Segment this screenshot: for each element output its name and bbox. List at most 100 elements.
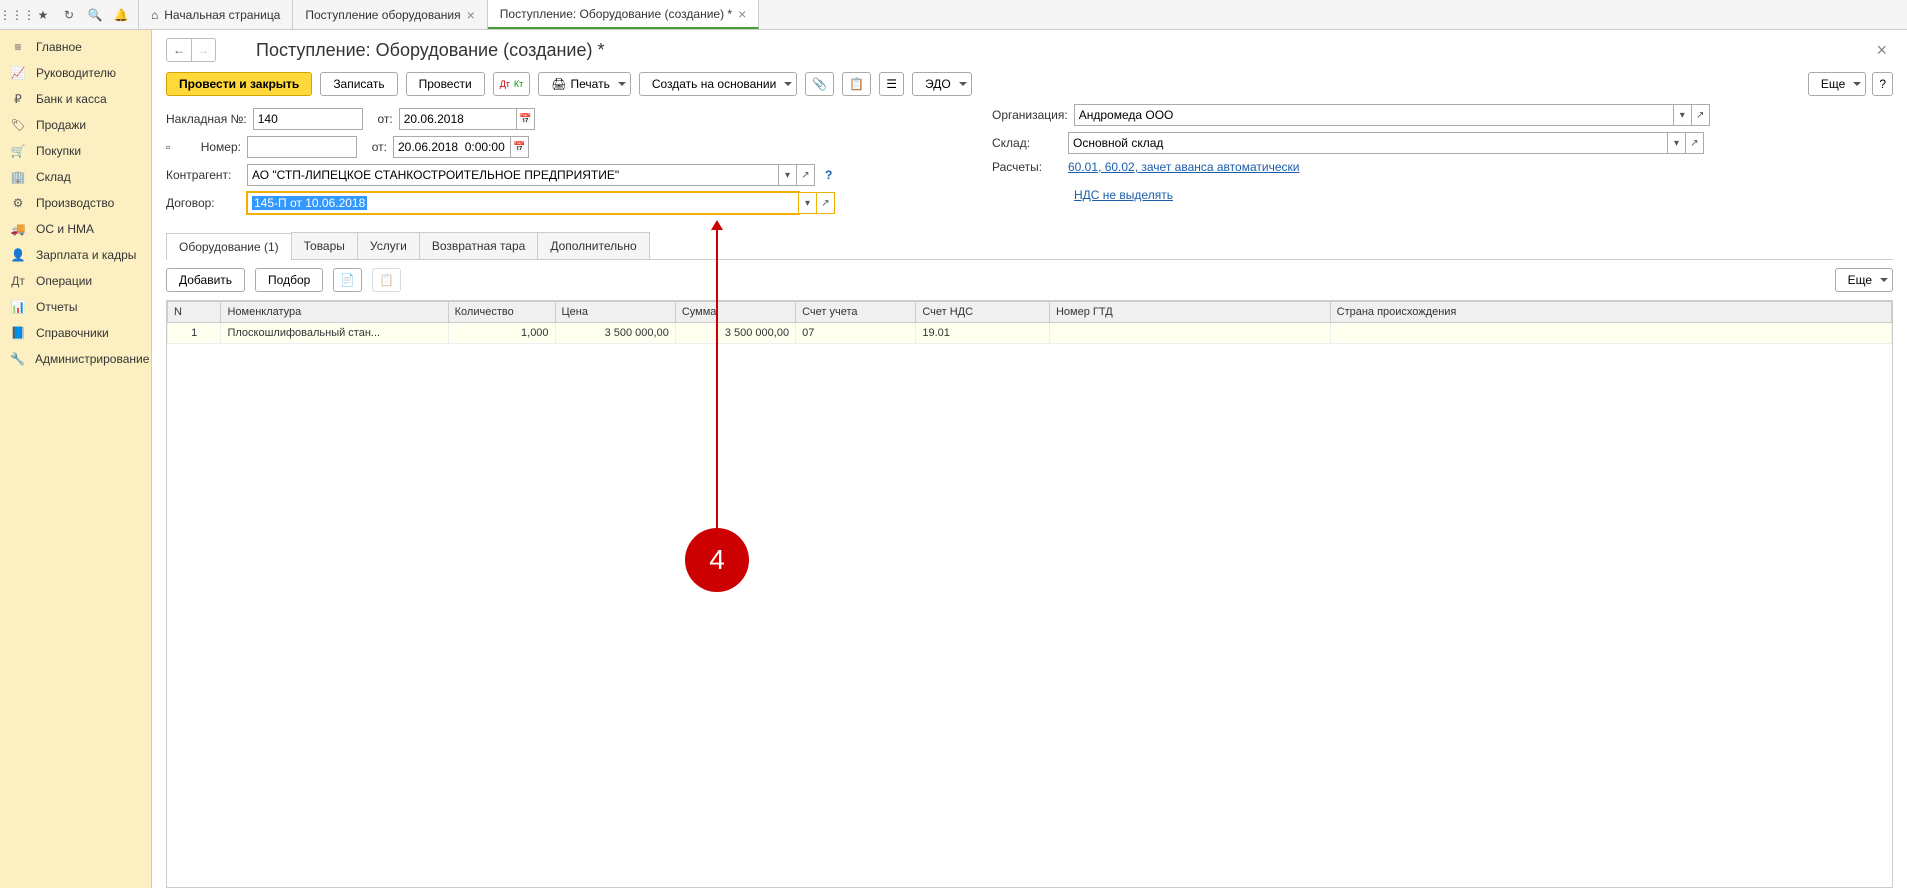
sidebar-item[interactable]: 👤Зарплата и кадры [0, 242, 151, 268]
dropdown-icon[interactable] [1668, 132, 1686, 154]
more-button[interactable]: Еще [1808, 72, 1866, 96]
add-button[interactable]: Добавить [166, 268, 245, 292]
sidebar-item-label: Справочники [36, 326, 109, 340]
table-header[interactable]: Количество [448, 302, 555, 323]
table-header[interactable]: Сумма [675, 302, 795, 323]
table-header[interactable]: Номенклатура [221, 302, 448, 323]
page-title: Поступление: Оборудование (создание) * [256, 40, 604, 61]
attach-button[interactable]: 📎 [805, 72, 834, 96]
table-more-button[interactable]: Еще [1835, 268, 1893, 292]
calendar-icon[interactable] [517, 108, 535, 130]
help-button[interactable]: ? [1872, 72, 1893, 96]
sidebar-item[interactable]: 🏢Склад [0, 164, 151, 190]
table-cell[interactable]: 19.01 [916, 323, 1050, 344]
sub-tab[interactable]: Товары [291, 232, 358, 259]
star-icon[interactable]: ★ [30, 2, 56, 28]
sub-tab[interactable]: Оборудование (1) [166, 233, 292, 260]
sidebar-item[interactable]: 📈Руководителю [0, 60, 151, 86]
clip-button[interactable]: 📋 [842, 72, 871, 96]
number-date-input[interactable] [393, 136, 511, 158]
sidebar-item-label: Операции [36, 274, 92, 288]
sidebar-item[interactable]: ДтОперации [0, 268, 151, 294]
sidebar-item-label: Зарплата и кадры [36, 248, 136, 262]
sidebar-item[interactable]: ≡Главное [0, 34, 151, 60]
print-button[interactable]: 🖨Печать [538, 72, 631, 96]
close-icon[interactable]: × [738, 6, 746, 22]
list-button[interactable]: ☰ [879, 72, 904, 96]
tab-label: Начальная страница [164, 8, 280, 22]
warehouse-input[interactable] [1068, 132, 1668, 154]
select-button[interactable]: Подбор [255, 268, 323, 292]
table-cell[interactable]: 1,000 [448, 323, 555, 344]
bell-icon[interactable]: 🔔 [108, 2, 134, 28]
sub-tab[interactable]: Услуги [357, 232, 420, 259]
table-header[interactable]: Счет НДС [916, 302, 1050, 323]
vat-link[interactable]: НДС не выделять [1074, 188, 1173, 202]
table-header[interactable]: Счет учета [796, 302, 916, 323]
org-input[interactable] [1074, 104, 1674, 126]
table-cell[interactable]: 3 500 000,00 [555, 323, 675, 344]
equipment-table[interactable]: NНоменклатураКоличествоЦенаСуммаСчет уче… [167, 301, 1892, 344]
calendar-icon[interactable] [511, 136, 529, 158]
table-header[interactable]: Цена [555, 302, 675, 323]
sidebar-item-label: Банк и касса [36, 92, 107, 106]
sidebar-item[interactable]: 📊Отчеты [0, 294, 151, 320]
copy-button[interactable]: 📄 [333, 268, 362, 292]
sub-tab[interactable]: Возвратная тара [419, 232, 539, 259]
dropdown-icon[interactable] [1674, 104, 1692, 126]
table-row[interactable]: 1Плоскошлифовальный стан...1,0003 500 00… [168, 323, 1892, 344]
table-cell[interactable]: 07 [796, 323, 916, 344]
sub-tab[interactable]: Дополнительно [537, 232, 649, 259]
sidebar-item[interactable]: ⚙Производство [0, 190, 151, 216]
counterparty-input[interactable] [247, 164, 779, 186]
counterparty-help[interactable]: ? [821, 168, 836, 182]
close-page-button[interactable]: × [1870, 40, 1893, 61]
contract-input[interactable]: 145-П от 10.06.2018 [247, 192, 799, 214]
tab[interactable]: Поступление: Оборудование (создание) *× [488, 0, 760, 29]
open-icon[interactable] [1686, 132, 1704, 154]
table-header[interactable]: N [168, 302, 221, 323]
close-icon[interactable]: × [467, 7, 475, 23]
save-button[interactable]: Записать [320, 72, 397, 96]
sidebar-item[interactable]: 🛒Покупки [0, 138, 151, 164]
tab[interactable]: Поступление оборудования× [293, 0, 487, 29]
post-and-close-button[interactable]: Провести и закрыть [166, 72, 312, 96]
table-cell[interactable]: 3 500 000,00 [675, 323, 795, 344]
dt-kt-button[interactable]: ДтКт [493, 72, 531, 96]
contract-label: Договор: [166, 196, 241, 210]
sidebar-item[interactable]: ₽Банк и касса [0, 86, 151, 112]
tab[interactable]: ⌂Начальная страница [139, 0, 293, 29]
history-icon[interactable]: ↻ [56, 2, 82, 28]
sidebar-item[interactable]: 📘Справочники [0, 320, 151, 346]
paste-button[interactable]: 📋 [372, 268, 401, 292]
table-cell[interactable]: 1 [168, 323, 221, 344]
dropdown-icon[interactable] [779, 164, 797, 186]
table-header[interactable]: Страна происхождения [1330, 302, 1891, 323]
settlements-link[interactable]: 60.01, 60.02, зачет аванса автоматически [1068, 160, 1299, 174]
sidebar-item[interactable]: 🏷Продажи [0, 112, 151, 138]
forward-button[interactable]: → [191, 39, 215, 61]
invoice-no-input[interactable] [253, 108, 363, 130]
sidebar-item[interactable]: 🔧Администрирование [0, 346, 151, 372]
sidebar-item[interactable]: 🚚ОС и НМА [0, 216, 151, 242]
table-cell[interactable] [1330, 323, 1891, 344]
sidebar-item-label: Склад [36, 170, 71, 184]
apps-icon[interactable]: ⋮⋮⋮ [4, 2, 30, 28]
search-icon[interactable]: 🔍 [82, 2, 108, 28]
edo-button[interactable]: ЭДО [912, 72, 972, 96]
counterparty-label: Контрагент: [166, 168, 241, 182]
manual-icon[interactable]: ▫ [166, 140, 182, 154]
invoice-date-input[interactable] [399, 108, 517, 130]
number-input[interactable] [247, 136, 357, 158]
open-icon[interactable] [797, 164, 815, 186]
sidebar-item-label: Отчеты [36, 300, 77, 314]
open-icon[interactable] [1692, 104, 1710, 126]
table-cell[interactable] [1049, 323, 1330, 344]
dropdown-icon[interactable] [799, 192, 817, 214]
post-button[interactable]: Провести [406, 72, 485, 96]
table-cell[interactable]: Плоскошлифовальный стан... [221, 323, 448, 344]
back-button[interactable]: ← [167, 39, 191, 61]
open-icon[interactable] [817, 192, 835, 214]
table-header[interactable]: Номер ГТД [1049, 302, 1330, 323]
create-on-basis-button[interactable]: Создать на основании [639, 72, 798, 96]
